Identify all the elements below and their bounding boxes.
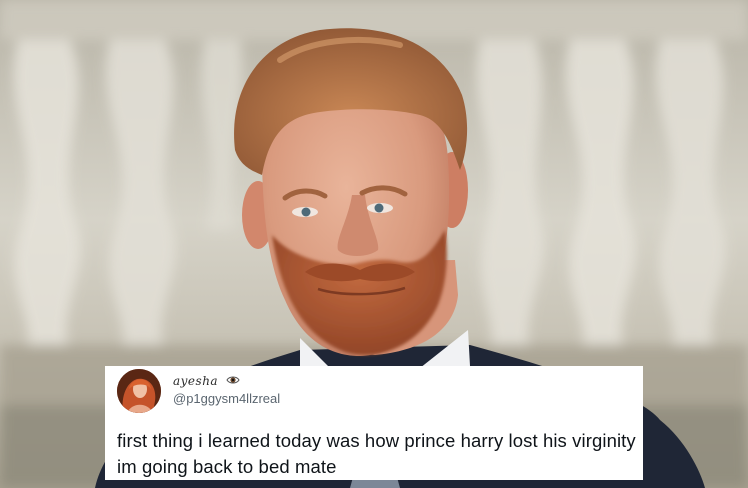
eye-emoji-icon: [226, 376, 240, 384]
profile-avatar: [117, 369, 161, 413]
user-handle: @p1ggysm4llzreal: [173, 391, 281, 406]
meme-image: ayesha @p1ggysm4llzreal first thing i le…: [0, 0, 748, 488]
display-name: ayesha: [173, 373, 240, 388]
tweet-text: first thing i learned today was how prin…: [117, 430, 636, 477]
tweet-card: ayesha @p1ggysm4llzreal first thing i le…: [105, 366, 643, 480]
